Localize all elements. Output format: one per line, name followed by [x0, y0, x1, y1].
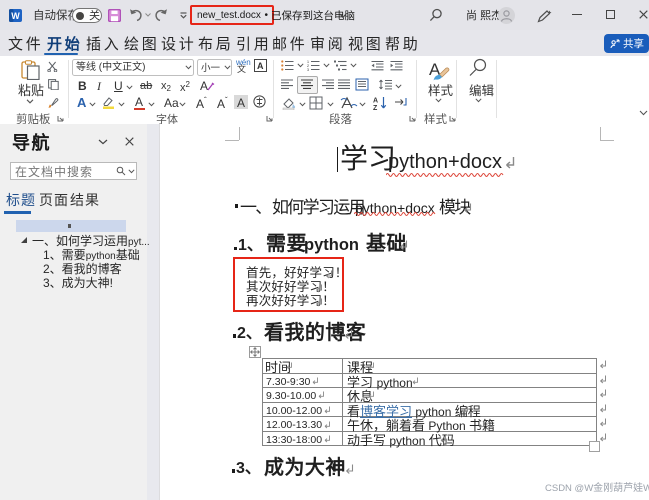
svg-text:3: 3	[307, 68, 309, 71]
svg-text:W: W	[11, 11, 20, 21]
svg-text:A: A	[373, 98, 378, 105]
svg-text:Z: Z	[373, 105, 378, 110]
